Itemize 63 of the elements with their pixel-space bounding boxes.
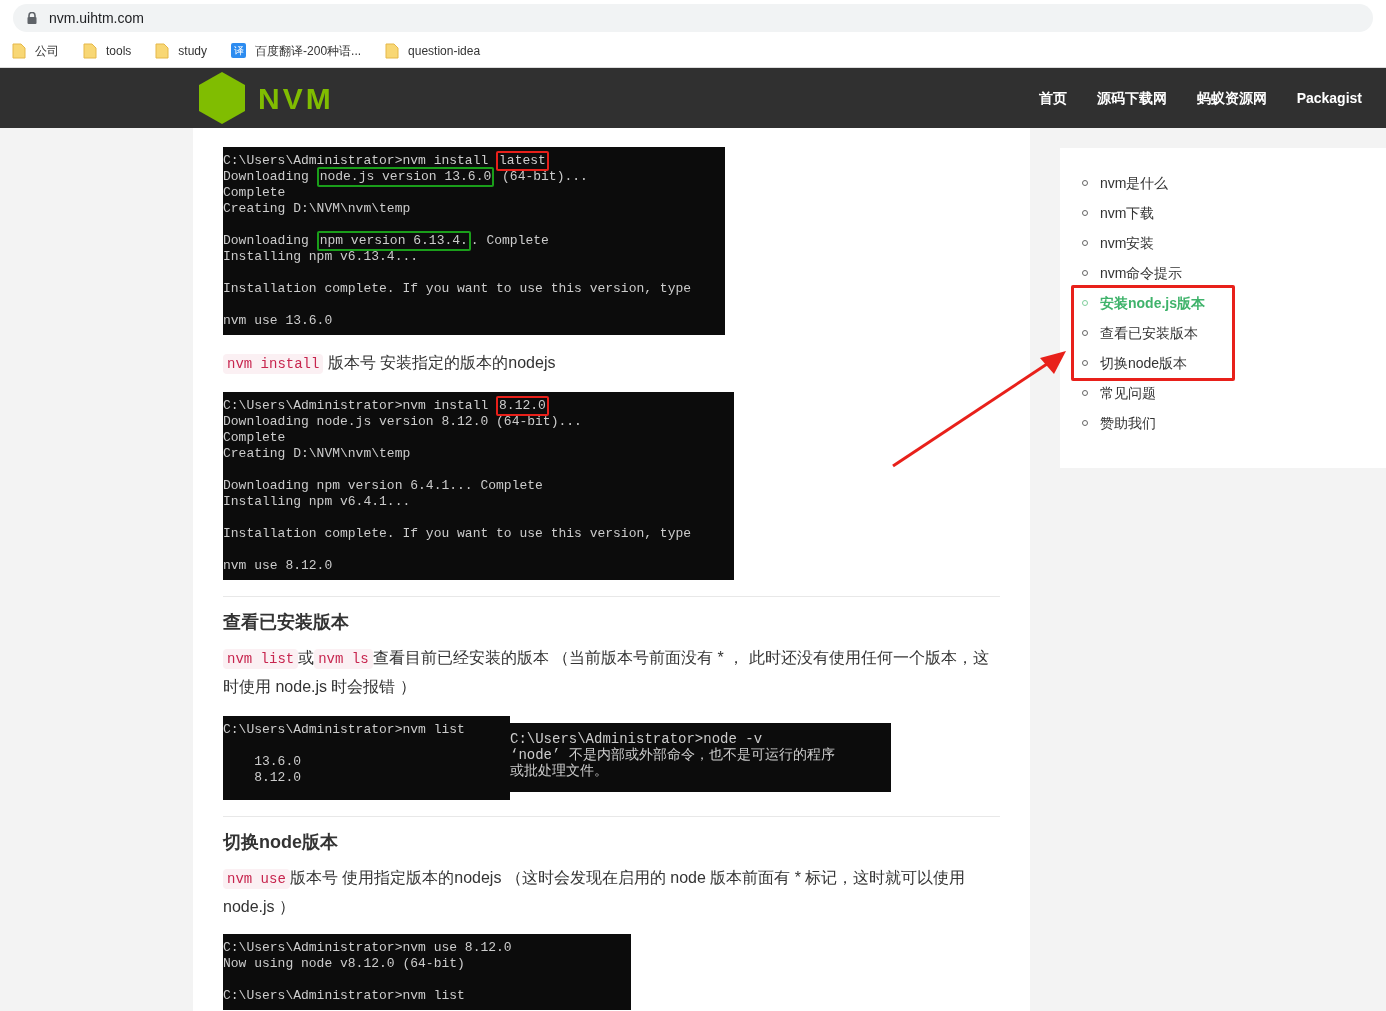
toc-link[interactable]: 查看已安装版本 — [1082, 318, 1232, 348]
terminal-text: Creating D:\NVM\nvm\temp — [223, 201, 411, 217]
toc-link[interactable]: 赞助我们 — [1082, 408, 1386, 438]
terminal-text: 8.12.0 — [253, 770, 301, 786]
bookmark[interactable]: question-idea — [383, 41, 483, 60]
bookmark[interactable]: 公司 — [10, 41, 61, 60]
section-heading: 查看已安装版本 — [223, 611, 350, 634]
terminal-text: Installation complete. If you want to use this version, type — [223, 526, 692, 542]
bookmark[interactable]: tools — [81, 41, 134, 60]
terminal-text: nvm use 13.6.0 — [223, 313, 333, 329]
lock-icon — [27, 12, 37, 24]
terminal-text: nvm use 8.12.0 — [223, 558, 333, 574]
bookmark[interactable]: study — [153, 41, 210, 60]
nav-link[interactable]: 源码下载网 — [1096, 87, 1167, 109]
terminal-text: Complete — [223, 185, 286, 201]
terminal-text: 或批处理文件。 — [510, 763, 608, 779]
logo-text: NVM — [258, 80, 334, 117]
translate-app-icon: 译 — [231, 43, 247, 58]
paragraph: nvm install 版本号 安装指定的版本的nodejs — [223, 349, 1000, 378]
terminal-text: Downloading — [223, 169, 310, 185]
toc-link[interactable]: nvm安装 — [1082, 228, 1386, 258]
terminal-text: 13.6.0 — [253, 754, 301, 770]
folder-icon — [385, 42, 400, 59]
toc-link[interactable]: 切换node版本 — [1082, 348, 1232, 378]
terminal-text: . Complete — [470, 233, 549, 249]
terminal-text: Downloading node.js version 8.12.0 (64-bit)... — [223, 414, 582, 430]
terminal-text: Downloading npm version 6.4.1... Complete — [223, 478, 543, 494]
terminal-text: Installing npm v6.4.1... — [223, 494, 411, 510]
terminal-text: Now using node v8.12.0 (64-bit) — [223, 956, 465, 972]
nav-link[interactable]: Packagist — [1296, 87, 1362, 109]
toc-link[interactable]: nvm下载 — [1082, 198, 1386, 228]
terminal-text: C:\Users\Administrator>nvm list — [223, 988, 465, 1004]
url-text: nvm.uihtm.com — [49, 8, 144, 28]
terminal-text: C:\Users\Administrator>nvm list — [223, 722, 465, 738]
terminal-text: C:\Users\Administrator>nvm use 8.12.0 — [223, 940, 512, 956]
highlighted-terminal-text: 8.12.0 — [496, 396, 549, 416]
highlighted-terminal-text: latest — [496, 151, 549, 171]
hexagon-logo-icon — [198, 71, 246, 125]
paragraph: nvm list 或 nvm ls 查看目前已经安装的版本 （当前版本号前面没有 * ， 此时还没有使用任何一个版本，这时使用 node.js 时会报错 ） — [223, 648, 990, 697]
highlighted-terminal-text: npm version 6.13.4. — [316, 231, 471, 251]
terminal-text: C:\Users\Administrator>nvm install — [223, 153, 490, 169]
folder-icon — [83, 42, 97, 59]
toc-link[interactable]: nvm命令提示 — [1082, 258, 1386, 288]
terminal-text: Creating D:\NVM\nvm\temp — [223, 446, 411, 462]
terminal-text: ‘node’ 不是内部或外部命令，也不是可运行的程序 — [510, 747, 835, 763]
terminal-text: (64-bit)... — [501, 169, 588, 185]
terminal-text: C:\Users\Administrator>nvm install — [223, 398, 490, 414]
paragraph: nvm use 版本号 使用指定版本的nodejs （这时会发现在启用的 node 版本前面有 * 标记，这时就可以使用 node.js ） — [223, 868, 967, 917]
nav-link[interactable]: 首页 — [1038, 87, 1067, 109]
terminal-text: C:\Users\Administrator>node -v — [510, 731, 763, 747]
folder-icon — [155, 42, 170, 59]
toc-link[interactable]: 常见问题 — [1082, 378, 1386, 408]
nav-link[interactable]: 蚂蚁资源网 — [1196, 87, 1267, 109]
terminal-text: Downloading — [223, 233, 310, 249]
folder-icon — [12, 42, 26, 59]
terminal-text: Installation complete. If you want to use this version, type — [223, 281, 692, 297]
terminal-text: Installing npm v6.13.4... — [223, 249, 419, 265]
terminal-text: Complete — [223, 430, 286, 446]
address-bar[interactable]: nvm.uihtm.com — [13, 4, 1373, 32]
toc-link[interactable]: nvm是什么 — [1082, 168, 1386, 198]
section-heading: 切换node版本 — [223, 831, 339, 854]
bookmark[interactable]: 译 百度翻译-200种语... — [229, 41, 364, 60]
highlighted-terminal-text: node.js version 13.6.0 — [316, 167, 495, 187]
